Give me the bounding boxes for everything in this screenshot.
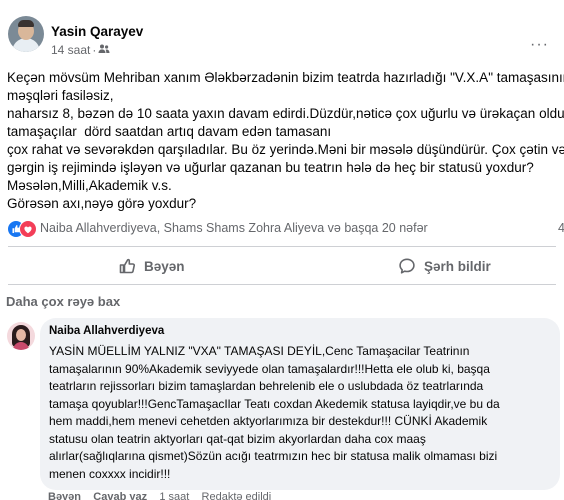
comment-button[interactable]: Şərh bildir — [398, 253, 491, 279]
post-options-menu-icon[interactable]: ··· — [530, 36, 549, 54]
post-body-text: Keçən mövsüm Mehriban xanım Ələkbərzadən… — [7, 70, 564, 211]
comment-like-link[interactable]: Bəyən — [48, 491, 81, 500]
commenter-name[interactable]: Naiba Allahverdiyeva — [49, 325, 164, 337]
divider — [8, 284, 556, 285]
comment-edited-label: Redaktə edildi — [201, 491, 272, 500]
thumbs-up-icon — [119, 258, 136, 274]
comments-count[interactable]: 4 — [558, 221, 564, 235]
post-header: Yasin Qarayev 14 saat · ··· — [0, 14, 564, 62]
view-more-comments-link[interactable]: Daha çox rəyə bax — [6, 294, 120, 309]
author-avatar[interactable] — [8, 16, 44, 52]
post-card: Yasin Qarayev 14 saat · ··· Keçən mövsüm … — [0, 0, 564, 500]
like-button[interactable]: Bəyən — [118, 253, 185, 279]
post-time[interactable]: 14 saat — [51, 43, 90, 57]
love-icon — [19, 220, 37, 238]
post-actions: Bəyən Şərh bildir — [0, 253, 564, 279]
comment-text: YASİN MÜELLİM YALNIZ "VXA" TAMAŞASI DEYİ… — [49, 344, 500, 481]
reaction-icons — [7, 219, 39, 238]
commenter-avatar[interactable] — [7, 322, 35, 350]
comment-button-label: Şərh bildir — [424, 258, 491, 274]
reactions-summary[interactable]: Naiba Allahverdiyeva, Shams Shams Zohra … — [7, 219, 564, 239]
post-meta: 14 saat · — [51, 43, 110, 58]
comment-time[interactable]: 1 saat — [159, 491, 189, 500]
like-button-label: Bəyən — [144, 258, 185, 274]
comment-footer: Bəyən Cavab yaz 1 saat Redaktə edildi — [48, 491, 271, 500]
comment-icon — [399, 258, 415, 274]
reactions-text[interactable]: Naiba Allahverdiyeva, Shams Shams Zohra … — [40, 221, 428, 235]
meta-separator: · — [92, 43, 97, 57]
divider — [8, 246, 556, 247]
comment-reply-link[interactable]: Cavab yaz — [93, 491, 147, 500]
author-name[interactable]: Yasin Qarayev — [51, 24, 143, 39]
audience-friends-icon[interactable] — [98, 43, 110, 58]
